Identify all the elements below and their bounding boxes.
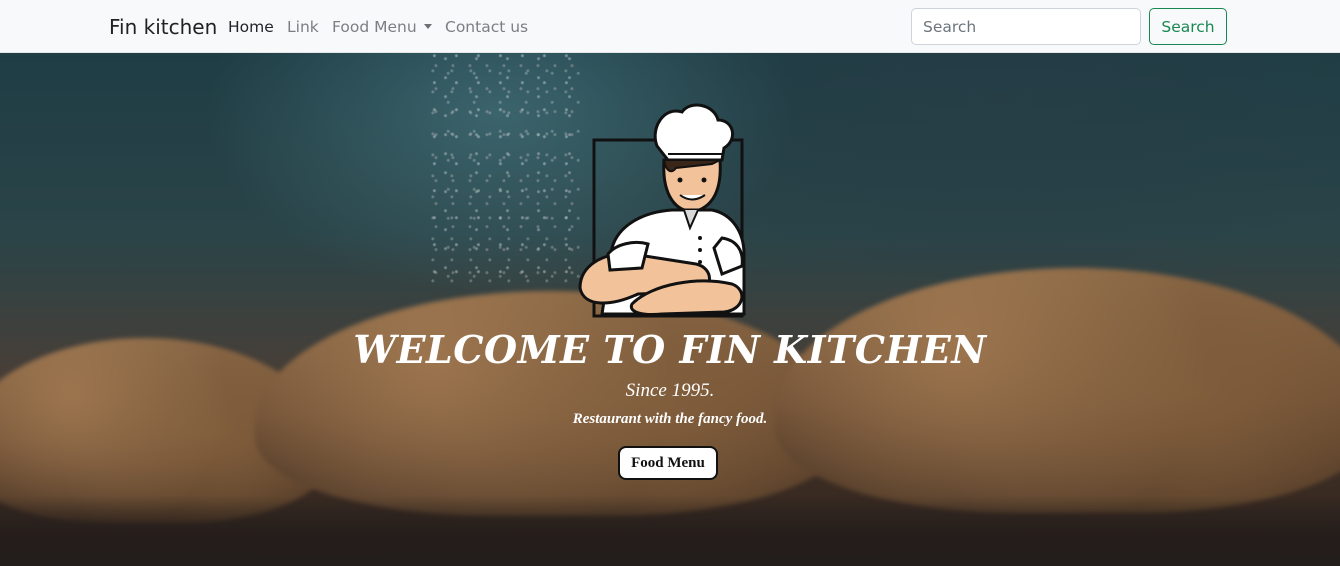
navbar: Fin kitchen Home Link Food Menu Contact … [0, 0, 1340, 53]
hero-section: WELCOME TO FIN KITCHEN Since 1995. Resta… [0, 53, 1340, 566]
hero-tagline: Restaurant with the fancy food. [572, 411, 768, 427]
background-floor [0, 496, 1340, 566]
hero-title: WELCOME TO FIN KITCHEN [353, 327, 987, 372]
background-spice-particles [430, 53, 580, 283]
search-button[interactable]: Search [1149, 8, 1227, 45]
nav-link-contact[interactable]: Contact us [445, 18, 528, 36]
hero-subtitle: Since 1995. [625, 380, 715, 401]
brand-link[interactable]: Fin kitchen [109, 15, 217, 39]
search-input[interactable] [911, 8, 1141, 45]
nav-dropdown-label: Food Menu [332, 18, 417, 36]
caret-down-icon [423, 24, 432, 29]
nav-dropdown-food-menu[interactable]: Food Menu [332, 18, 432, 36]
food-menu-button[interactable]: Food Menu [618, 446, 718, 480]
nav-link-link[interactable]: Link [287, 18, 319, 36]
nav-link-home[interactable]: Home [228, 18, 274, 36]
chef-logo-icon [578, 103, 746, 318]
background-food-center [255, 291, 845, 516]
